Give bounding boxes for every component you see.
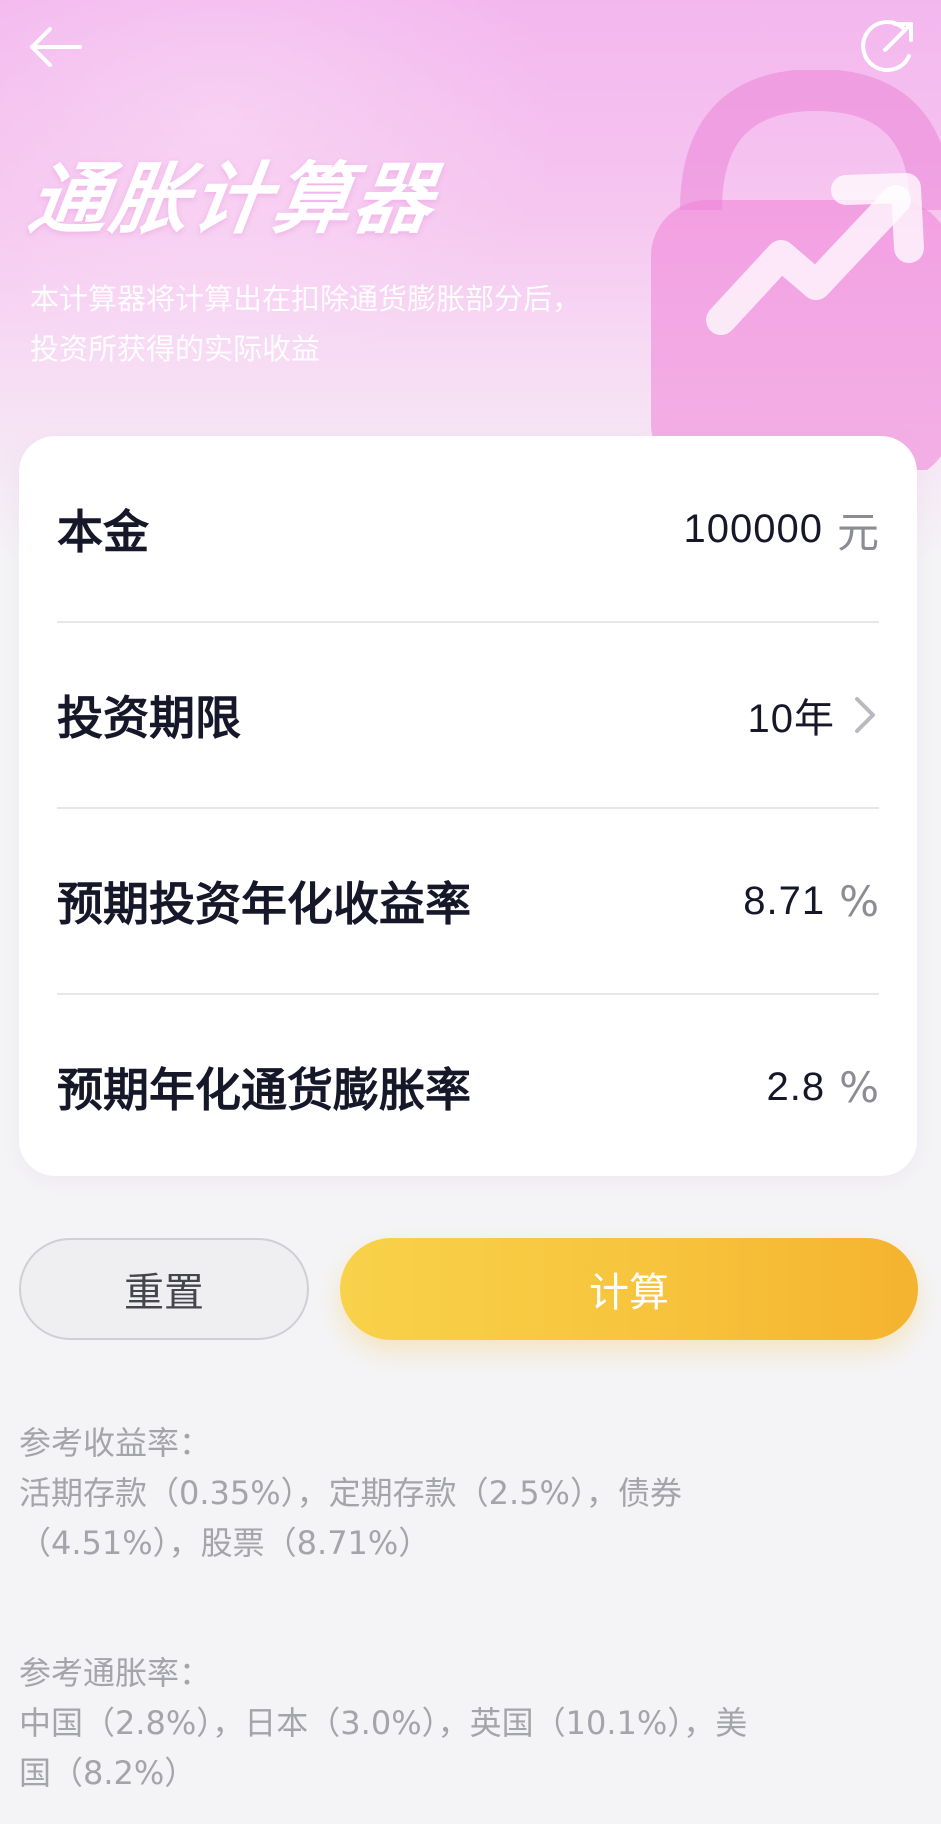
principal-field[interactable]: 100000 元 [684,499,880,560]
return-rate-value[interactable]: 8.71 [743,879,825,924]
share-icon[interactable] [859,16,919,76]
page-description-line: 投资所获得的实际收益 [30,332,321,366]
calculate-button[interactable]: 计算 [340,1238,918,1340]
inflation-rate-field[interactable]: 2.8 % [766,1063,879,1112]
return-rate-row[interactable]: 预期投资年化收益率 8.71 % [57,808,879,994]
principal-row[interactable]: 本金 100000 元 [57,436,879,622]
page-description-line: 本计算器将计算出在扣除通货膨胀部分后， [30,282,582,316]
page-title: 通胀计算器 [23,155,442,245]
inflation-rate-row[interactable]: 预期年化通货膨胀率 2.8 % [57,994,879,1180]
page-description: 本计算器将计算出在扣除通货膨胀部分后， 投资所获得的实际收益 [30,274,730,374]
reference-inflation: 参考通胀率： 中国（2.8%），日本（3.0%），英国（10.1%），美 国（8… [19,1648,919,1798]
term-value[interactable]: 10年 [748,686,836,744]
term-label: 投资期限 [57,691,241,745]
arrow-left-icon[interactable] [26,22,86,72]
return-rate-field[interactable]: 8.71 % [743,877,879,926]
principal-label: 本金 [57,505,149,559]
return-rate-unit: % [839,876,879,926]
reference-returns-line: 活期存款（0.35%），定期存款（2.5%），债券 [19,1474,682,1512]
inflation-rate-label: 预期年化通货膨胀率 [57,1063,471,1117]
principal-value[interactable]: 100000 [684,507,823,552]
term-selector[interactable]: 10年 [748,686,880,744]
reference-returns-line: （4.51%），股票（8.71%） [19,1524,431,1562]
reference-inflation-line: 中国（2.8%），日本（3.0%），英国（10.1%），美 [19,1704,748,1742]
reset-button[interactable]: 重置 [19,1238,309,1340]
return-rate-label: 预期投资年化收益率 [57,877,471,931]
principal-unit: 元 [836,507,879,557]
inflation-rate-unit: % [839,1062,879,1112]
reference-inflation-line: 国（8.2%） [19,1754,197,1792]
term-row[interactable]: 投资期限 10年 [57,622,879,808]
calculator-form-card: 本金 100000 元 投资期限 10年 预期投资年化收益率 8.71 % 预期… [19,436,917,1176]
inflation-rate-value[interactable]: 2.8 [766,1065,825,1110]
chevron-right-icon[interactable] [849,691,879,739]
reference-inflation-title: 参考通胀率： [19,1654,212,1692]
reference-returns-title: 参考收益率： [19,1424,212,1462]
lock-trend-illustration [651,70,941,470]
reference-returns: 参考收益率： 活期存款（0.35%），定期存款（2.5%），债券 （4.51%）… [19,1418,919,1568]
